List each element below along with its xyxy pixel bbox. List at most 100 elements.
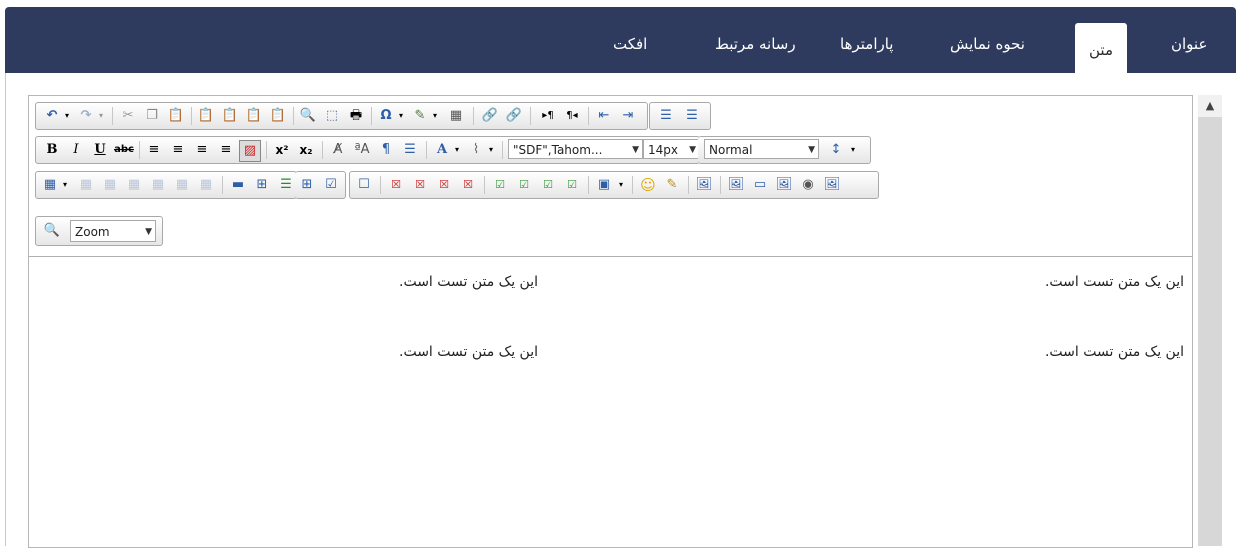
font-color-icon[interactable]: A	[432, 140, 452, 160]
paste-text-icon[interactable]: 📋	[196, 106, 216, 126]
select-field-dropdown-icon[interactable]: ▾	[616, 175, 626, 195]
subscript-icon[interactable]: x₂	[296, 140, 316, 160]
clean-format-dropdown-icon[interactable]: ▾	[430, 106, 440, 126]
cut-icon[interactable]: ✂	[118, 106, 138, 126]
align-justify-icon[interactable]: ≡	[216, 140, 236, 160]
toolbar-group-lists: ☰ ☰	[649, 102, 711, 130]
clean-format-icon[interactable]: ✎	[410, 106, 430, 126]
insert-table-icon[interactable]: ▦	[40, 175, 60, 195]
font-size-select[interactable]: 14px ▼	[643, 139, 699, 159]
radio-delete-icon[interactable]: ☒	[410, 175, 430, 195]
insert-table-dropdown-icon[interactable]: ▾	[60, 175, 70, 195]
form-icon[interactable]: ☐	[354, 175, 374, 195]
italic-icon[interactable]: I	[66, 140, 86, 160]
input-icon[interactable]: ☑	[538, 175, 558, 195]
find-icon[interactable]: 🔍	[298, 106, 318, 126]
redo-dropdown-icon[interactable]: ▾	[96, 106, 106, 126]
table-grid-icon[interactable]: ⊞	[252, 175, 272, 195]
cell-props-icon[interactable]: ☑	[321, 175, 341, 195]
unordered-list-icon[interactable]: ☰	[682, 106, 702, 126]
special-char-icon[interactable]: Ω	[376, 106, 396, 126]
highlight-dropdown-icon[interactable]: ▾	[486, 140, 496, 160]
youtube-icon[interactable]: 🖼	[822, 175, 842, 195]
align-center-icon[interactable]: ≡	[168, 140, 188, 160]
image-icon[interactable]: 🖼	[694, 175, 714, 195]
scroll-up-icon[interactable]: ▲	[1198, 95, 1222, 117]
highlight-icon[interactable]: ⌇	[466, 140, 486, 160]
tab-related-media[interactable]: رسانه مرتبط	[715, 29, 796, 59]
zoom-icon[interactable]: 🔍	[42, 221, 62, 241]
textarea-icon[interactable]: ☑	[562, 175, 582, 195]
superscript-icon[interactable]: x²	[272, 140, 292, 160]
paste-special-icon[interactable]: 📋	[268, 106, 288, 126]
line-height-dropdown-icon[interactable]: ▾	[848, 140, 858, 160]
outdent-icon[interactable]: ⇤	[594, 106, 614, 126]
delete-col-icon[interactable]: ▦	[196, 175, 216, 195]
zoom-value: Zoom	[75, 225, 110, 239]
tab-text[interactable]: متن	[1075, 23, 1127, 74]
line-height-icon[interactable]: ↕	[826, 140, 846, 160]
align-none-icon[interactable]: ▨	[239, 140, 261, 162]
paste-word-icon[interactable]: 📋	[220, 106, 240, 126]
align-right-icon[interactable]: ≡	[192, 140, 212, 160]
align-left-icon[interactable]: ≡	[144, 140, 164, 160]
ordered-list-icon[interactable]: ☰	[656, 106, 676, 126]
convert-case-icon[interactable]: A̸	[328, 140, 348, 160]
undo-dropdown-icon[interactable]: ▾	[62, 106, 72, 126]
tab-parameters[interactable]: پارامترها	[840, 29, 893, 59]
print-icon[interactable]: 🖶	[346, 106, 366, 126]
underline-icon[interactable]: U	[90, 140, 110, 160]
snippet-icon[interactable]: ✎	[662, 175, 682, 195]
textarea-delete-icon[interactable]: ☒	[458, 175, 478, 195]
bold-icon[interactable]: B	[42, 140, 62, 160]
checkbox-icon[interactable]: ☑	[490, 175, 510, 195]
toolbar-group-zoom: 🔍 Zoom ▼	[35, 216, 163, 246]
case-icon[interactable]: ªA	[352, 140, 372, 160]
rtl-icon[interactable]: ¶◂	[562, 106, 582, 126]
indent-icon[interactable]: ⇥	[618, 106, 638, 126]
line-spacing-icon[interactable]: ☰	[400, 140, 420, 160]
template-icon[interactable]: ▦	[446, 106, 466, 126]
input-delete-icon[interactable]: ☒	[434, 175, 454, 195]
insert-col-right-icon[interactable]: ▦	[172, 175, 192, 195]
insert-col-left-icon[interactable]: ▦	[148, 175, 168, 195]
format-value: Normal	[709, 143, 753, 157]
zoom-select[interactable]: Zoom ▼	[70, 220, 156, 242]
copy-icon[interactable]: ❐	[142, 106, 162, 126]
font-family-select[interactable]: "SDF",Tahom... ▼	[508, 139, 643, 159]
paste-html-icon[interactable]: 📋	[244, 106, 264, 126]
select-all-icon[interactable]: ⬚	[322, 106, 342, 126]
radio-icon[interactable]: ☑	[514, 175, 534, 195]
ltr-icon[interactable]: ▸¶	[538, 106, 558, 126]
select-field-icon[interactable]: ▣	[594, 175, 614, 195]
table-props-icon[interactable]: ⊞	[297, 175, 317, 195]
redo-icon[interactable]: ↷	[76, 106, 96, 126]
checkbox-delete-icon[interactable]: ☒	[386, 175, 406, 195]
insert-link-icon[interactable]: 🔗	[480, 106, 500, 126]
format-select[interactable]: Normal ▼	[704, 139, 819, 159]
text-line: این یک متن تست است.	[399, 274, 539, 290]
emoji-icon[interactable]: ☺	[638, 175, 658, 195]
chevron-down-icon: ▼	[689, 145, 696, 155]
table-row-icon[interactable]: ▬	[228, 175, 248, 195]
paragraph-icon[interactable]: ¶	[376, 140, 396, 160]
media-icon[interactable]: 🖼	[774, 175, 794, 195]
document-icon[interactable]: ◉	[798, 175, 818, 195]
remove-link-icon[interactable]: 🔗	[504, 106, 524, 126]
font-color-dropdown-icon[interactable]: ▾	[452, 140, 462, 160]
insert-row-below-icon[interactable]: ▦	[100, 175, 120, 195]
editor-content[interactable]: این یک متن تست است. این یک متن تست است. …	[29, 256, 1192, 547]
tab-effect[interactable]: افکت	[613, 29, 647, 59]
tab-display-mode[interactable]: نحوه نمایش	[950, 29, 1025, 59]
gallery-icon[interactable]: 🖼	[726, 175, 746, 195]
delete-row-icon[interactable]: ▦	[124, 175, 144, 195]
tab-title[interactable]: عنوان	[1171, 29, 1207, 59]
insert-row-above-icon[interactable]: ▦	[76, 175, 96, 195]
strikethrough-icon[interactable]: abc	[114, 140, 134, 160]
undo-icon[interactable]: ↶	[42, 106, 62, 126]
table-cells-icon[interactable]: ☰	[276, 175, 296, 195]
vertical-scrollbar[interactable]: ▲	[1198, 95, 1222, 546]
special-char-dropdown-icon[interactable]: ▾	[396, 106, 406, 126]
flash-icon[interactable]: ▭	[750, 175, 770, 195]
paste-icon[interactable]: 📋	[166, 106, 186, 126]
